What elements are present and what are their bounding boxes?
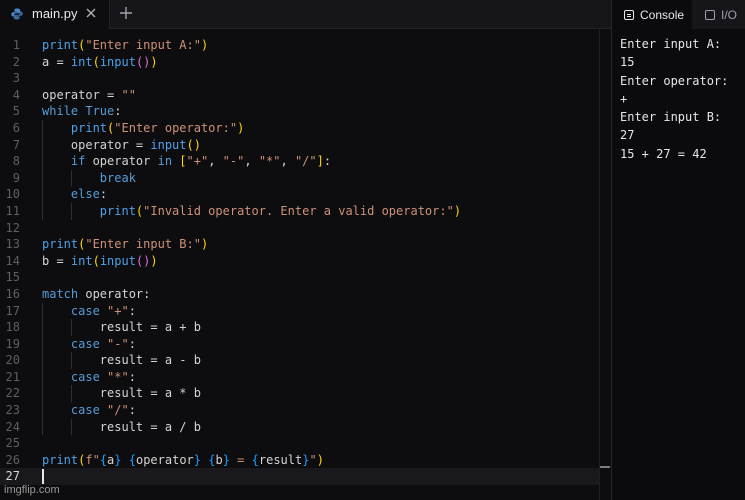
code-line: 19 case "-": xyxy=(0,335,600,353)
line-number: 8 xyxy=(12,154,20,169)
code-line: 4 operator = "" xyxy=(0,87,600,104)
line-number: 21 xyxy=(5,369,20,384)
code-line: 20 result = a - b xyxy=(0,352,600,369)
close-icon[interactable] xyxy=(84,6,98,20)
tab-io[interactable]: I/O xyxy=(696,0,745,29)
console-line: 27 xyxy=(620,128,635,143)
code-line: 13 print("Enter input B:") xyxy=(0,236,600,253)
scrollbar-position-marker xyxy=(600,466,610,468)
line-number: 3 xyxy=(12,71,20,86)
code-line: 21 case "*": xyxy=(0,368,600,386)
code-area[interactable]: 1 print("Enter input A:") 2a = int(input(… xyxy=(0,37,600,486)
line-number: 4 xyxy=(12,87,20,102)
line-number: 20 xyxy=(5,353,20,368)
console-line: + xyxy=(620,91,628,106)
line-number: 18 xyxy=(5,320,20,335)
code-line: 1 print("Enter input A:") xyxy=(0,37,600,54)
line-number: 15 xyxy=(5,270,20,285)
line-number: 11 xyxy=(5,203,20,218)
text-caret xyxy=(42,469,44,485)
code-line: 2a = int(input()) xyxy=(0,54,600,71)
line-number: 24 xyxy=(5,419,20,434)
console-output[interactable]: Enter input A: 15 Enter operator: + Ente… xyxy=(620,35,744,163)
console-line: 15 xyxy=(620,55,635,70)
line-number: 25 xyxy=(5,436,20,451)
line-number: 19 xyxy=(5,336,20,351)
tab-console[interactable]: Console xyxy=(612,0,692,29)
tab-title: main.py xyxy=(32,6,78,21)
console-line: Enter input A: xyxy=(620,37,722,51)
line-number: 6 xyxy=(12,120,20,135)
line-number: 27 xyxy=(5,469,20,484)
code-line: 15 xyxy=(0,269,600,286)
code-line: 26 print(f"{a} {operator} {b} = {result}"… xyxy=(0,452,600,469)
line-number: 13 xyxy=(5,237,20,252)
terminal-icon xyxy=(705,9,715,20)
code-line: 6 print("Enter operator:") xyxy=(0,119,600,137)
console-line: Enter operator: xyxy=(620,73,729,88)
code-line: 24 result = a / b xyxy=(0,418,600,436)
line-number: 26 xyxy=(5,452,20,467)
line-number: 14 xyxy=(5,253,20,268)
line-number: 5 xyxy=(12,104,20,119)
console-tab-bar: Console I/O xyxy=(612,0,745,29)
code-line: 11 print("Invalid operator. Enter a vali… xyxy=(0,202,600,220)
code-line: 8 if operator in ["+", "-", "*", "/"]: xyxy=(0,153,600,170)
tab-io-label: I/O xyxy=(721,7,738,22)
code-line: 9 break xyxy=(0,169,600,187)
line-number: 10 xyxy=(5,187,20,202)
line-number: 9 xyxy=(12,170,20,185)
line-number: 17 xyxy=(5,303,20,318)
console-icon xyxy=(624,9,634,20)
console-line: Enter input B: xyxy=(620,110,722,125)
code-line: 25 xyxy=(0,435,600,452)
line-number: 23 xyxy=(5,403,20,418)
code-line: 7 operator = input() xyxy=(0,136,600,154)
python-icon xyxy=(11,8,23,20)
editor-scrollbar[interactable] xyxy=(599,29,611,500)
console-line: 15 + 27 = 42 xyxy=(620,146,707,161)
line-number: 22 xyxy=(5,386,20,401)
line-number: 16 xyxy=(5,286,20,301)
line-number: 2 xyxy=(12,54,20,69)
code-line: 22 result = a * b xyxy=(0,385,600,403)
tab-console-label: Console xyxy=(640,7,685,22)
code-line: 16 match operator: xyxy=(0,286,600,303)
code-line: 12 xyxy=(0,220,600,237)
line-number: 7 xyxy=(12,137,20,152)
code-line: 18 result = a + b xyxy=(0,319,600,336)
editor-tab-bar: main.py xyxy=(0,0,611,29)
code-line: 17 case "+": xyxy=(0,302,600,320)
line-number: 1 xyxy=(12,38,20,52)
code-line: 3 xyxy=(0,70,600,87)
code-line-active: 27 xyxy=(0,468,600,486)
code-editor[interactable]: main.py 1 print("Enter input A:") 2a = in… xyxy=(0,0,611,500)
code-line: 14 b = int(input()) xyxy=(0,253,600,270)
tab-main-py[interactable]: main.py xyxy=(0,0,110,29)
console-pane: Console I/O Enter input A: 15 Enter oper… xyxy=(611,0,745,500)
watermark: imgflip.com xyxy=(4,484,60,496)
plus-icon[interactable] xyxy=(118,5,134,21)
code-line: 5 while True: xyxy=(0,103,600,120)
code-line: 10 else: xyxy=(0,186,600,203)
line-number: 12 xyxy=(5,220,20,235)
code-line: 23 case "/": xyxy=(0,402,600,419)
